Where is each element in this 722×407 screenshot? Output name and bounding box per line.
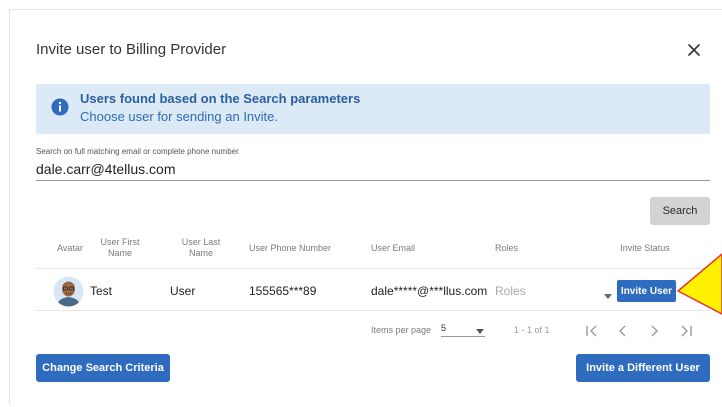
items-per-page-label: Items per page [371, 325, 432, 335]
banner-title: Users found based on the Search paramete… [80, 91, 361, 106]
info-icon [51, 98, 69, 116]
info-banner: Users found based on the Search paramete… [36, 84, 710, 134]
dialog-title: Invite user to Billing Provider [36, 41, 227, 58]
phone-cell: 155565***89 [249, 284, 317, 298]
column-header-last-name: User Last Name [181, 237, 221, 258]
email-cell: dale*****@***llus.com [371, 284, 488, 298]
pagination-range: 1 - 1 of 1 [514, 325, 550, 335]
chevron-down-icon [476, 326, 484, 334]
items-per-page-value: 5 [441, 323, 447, 333]
search-button[interactable]: Search [650, 197, 710, 225]
roles-select[interactable]: Roles [495, 284, 526, 298]
next-page-icon[interactable] [645, 322, 663, 340]
column-header-invite-status: Invite Status [620, 243, 670, 253]
last-page-icon[interactable] [677, 322, 695, 340]
last-name-cell: User [170, 284, 196, 298]
callout-arrow-icon [674, 250, 722, 318]
invite-different-user-button[interactable]: Invite a Different User [576, 354, 710, 382]
chevron-down-icon[interactable] [604, 287, 612, 299]
table-row-divider [36, 310, 710, 311]
search-label: Search on full matching email or complet… [36, 147, 239, 156]
avatar [53, 276, 84, 307]
column-header-roles: Roles [495, 243, 519, 253]
items-per-page-select[interactable]: 5 [441, 321, 485, 337]
previous-page-icon[interactable] [614, 322, 632, 340]
invite-user-button[interactable]: Invite User [617, 280, 676, 302]
column-header-phone: User Phone Number [249, 243, 332, 253]
first-name-cell: Test [90, 284, 113, 298]
banner-subtitle: Choose user for sending an Invite. [80, 109, 279, 124]
first-page-icon[interactable] [583, 322, 601, 340]
change-search-criteria-button[interactable]: Change Search Criteria [36, 354, 170, 382]
search-input[interactable] [36, 158, 710, 181]
table-header-divider [36, 268, 710, 269]
close-icon[interactable] [686, 42, 702, 58]
column-header-email: User Email [371, 243, 416, 253]
column-header-avatar: Avatar [57, 243, 83, 253]
dialog-frame [9, 9, 722, 405]
column-header-first-name: User First Name [100, 237, 140, 258]
